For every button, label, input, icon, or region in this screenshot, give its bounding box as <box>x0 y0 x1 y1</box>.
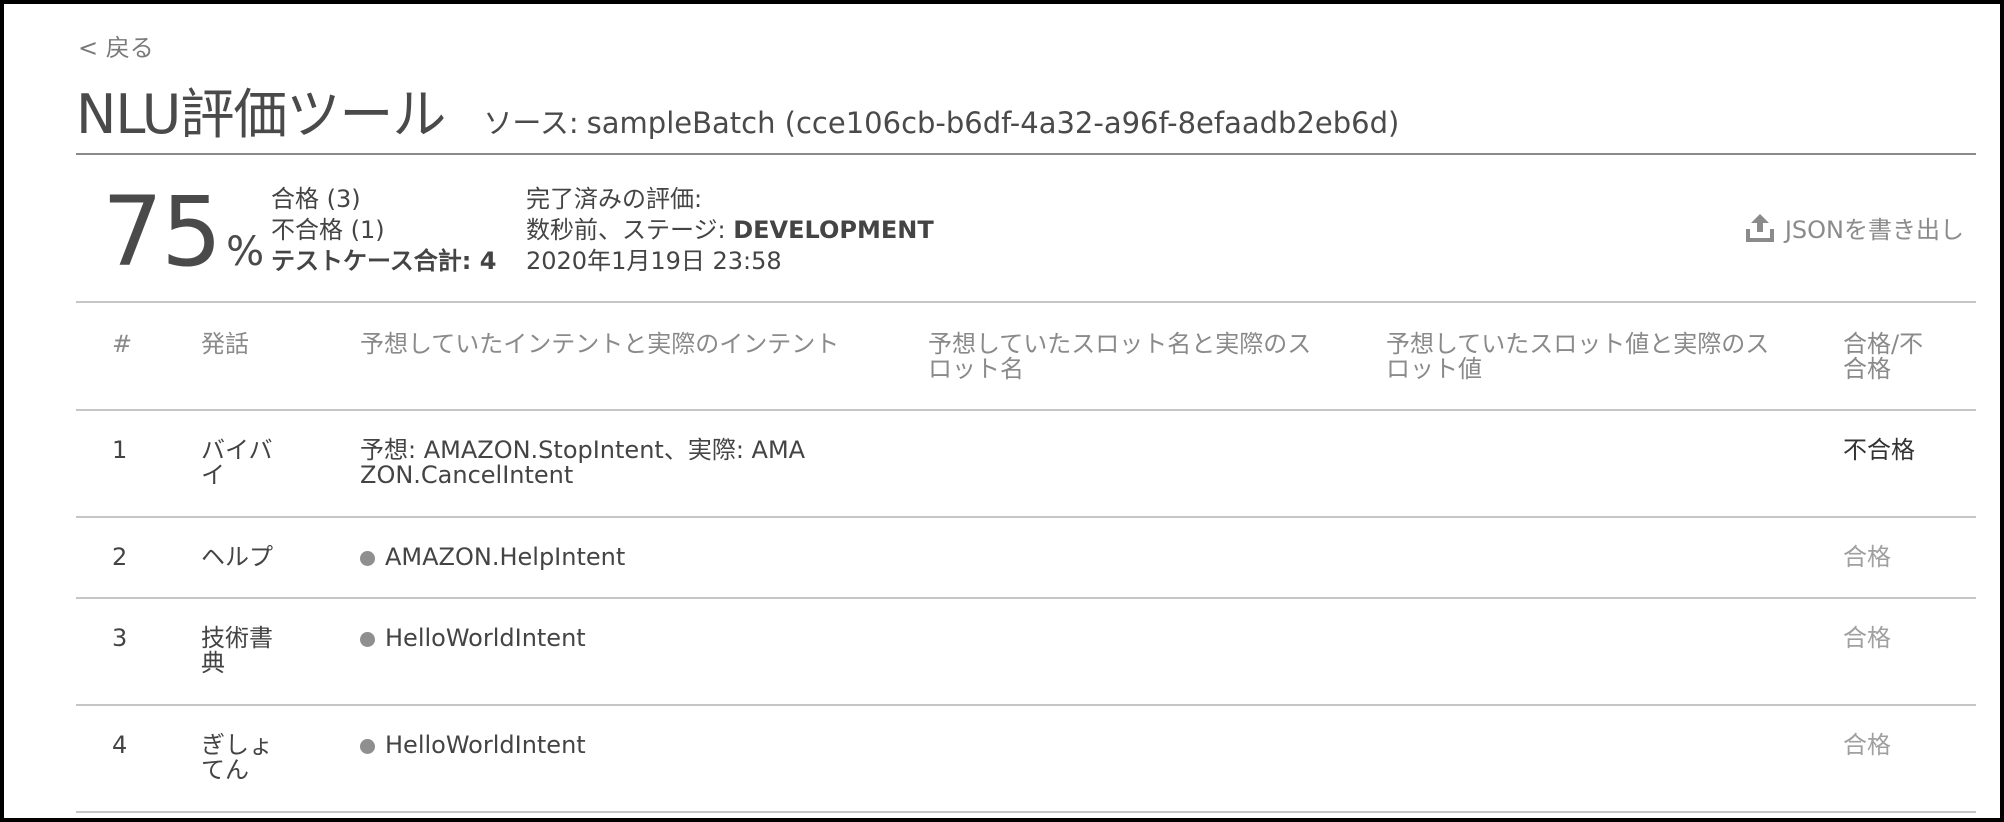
row-number: 1 <box>112 436 128 464</box>
match-icon <box>360 551 375 566</box>
row-intent: 予想: AMAZON.StopIntent、実際: AMAZON.CancelI… <box>360 436 806 489</box>
row-utterance: バイバイ <box>201 436 273 489</box>
score-unit: % <box>226 229 265 275</box>
page-title: NLU評価ツール <box>76 83 446 146</box>
evaluation-info: 完了済みの評価: 数秒前、ステージ: DEVELOPMENT 2020年1月19… <box>526 184 934 277</box>
test-counts: 合格 (3) 不合格 (1) テストケース合計: 4 <box>271 184 496 277</box>
total-count: テストケース合計: 4 <box>271 247 497 275</box>
export-json-label: JSONを書き出し <box>1784 216 1964 244</box>
source-value: sampleBatch (cce106cb-b6df-4a32-a96f-8ef… <box>586 106 1400 140</box>
eval-stage-line: 数秒前、ステージ: DEVELOPMENT <box>526 215 934 246</box>
title-row: NLU評価ツール ソース: sampleBatch (cce106cb-b6df-… <box>76 70 1399 149</box>
row-utterance: ぎしょてん <box>201 731 273 784</box>
summary-divider <box>76 301 1976 303</box>
upload-icon <box>1745 213 1774 242</box>
row-intent: HelloWorldIntent <box>385 731 586 759</box>
score-summary: 75 % <box>102 184 264 280</box>
column-header-utterance: 発話 <box>201 330 249 358</box>
row-divider <box>76 597 1976 599</box>
match-icon <box>360 739 375 754</box>
row-intent: AMAZON.HelpIntent <box>385 543 626 571</box>
row-intent-cell: AMAZON.HelpIntent <box>360 545 625 570</box>
row-number: 3 <box>112 624 128 652</box>
back-link[interactable]: < 戻る <box>78 28 154 63</box>
eval-stage: DEVELOPMENT <box>733 216 934 244</box>
row-result: 合格 <box>1843 543 1891 571</box>
row-number: 2 <box>112 543 128 571</box>
eval-stage-prefix: 数秒前、ステージ: <box>526 216 734 244</box>
evaluation-window: < 戻る NLU評価ツール ソース: sampleBatch (cce106cb-… <box>0 0 2004 822</box>
eval-label: 完了済みの評価: <box>526 185 703 213</box>
column-header-number: # <box>112 330 133 358</box>
row-intent: HelloWorldIntent <box>385 624 586 652</box>
row-divider <box>76 811 1976 813</box>
row-utterance: 技術書典 <box>201 624 273 677</box>
row-divider <box>76 516 1976 518</box>
score-value: 75 <box>102 176 222 288</box>
row-result: 合格 <box>1843 624 1891 652</box>
column-header-intent: 予想していたインテントと実際のインテント <box>360 330 840 358</box>
row-result: 合格 <box>1843 731 1891 759</box>
header-divider <box>76 153 1976 155</box>
export-json-button[interactable]: JSONを書き出し <box>1743 210 1964 245</box>
row-number: 4 <box>112 731 128 759</box>
row-divider <box>76 704 1976 706</box>
fail-count: 不合格 (1) <box>271 216 385 244</box>
row-result: 不合格 <box>1843 436 1915 464</box>
column-header-result: 合格/不合格 <box>1843 330 1924 383</box>
column-header-slot-name: 予想していたスロット名と実際のスロット名 <box>928 330 1312 383</box>
source-prefix: ソース: <box>483 106 579 140</box>
table-header-divider <box>76 409 1976 411</box>
eval-datetime: 2020年1月19日 23:58 <box>526 247 782 275</box>
pass-count: 合格 (3) <box>271 185 361 213</box>
row-intent-cell: HelloWorldIntent <box>360 733 586 758</box>
source-label: ソース: sampleBatch (cce106cb-b6df-4a32-a96f… <box>483 100 1399 142</box>
column-header-slot-value: 予想していたスロット値と実際のスロット値 <box>1386 330 1770 383</box>
match-icon <box>360 632 375 647</box>
row-utterance: ヘルプ <box>201 543 273 571</box>
row-intent-cell: HelloWorldIntent <box>360 626 586 651</box>
